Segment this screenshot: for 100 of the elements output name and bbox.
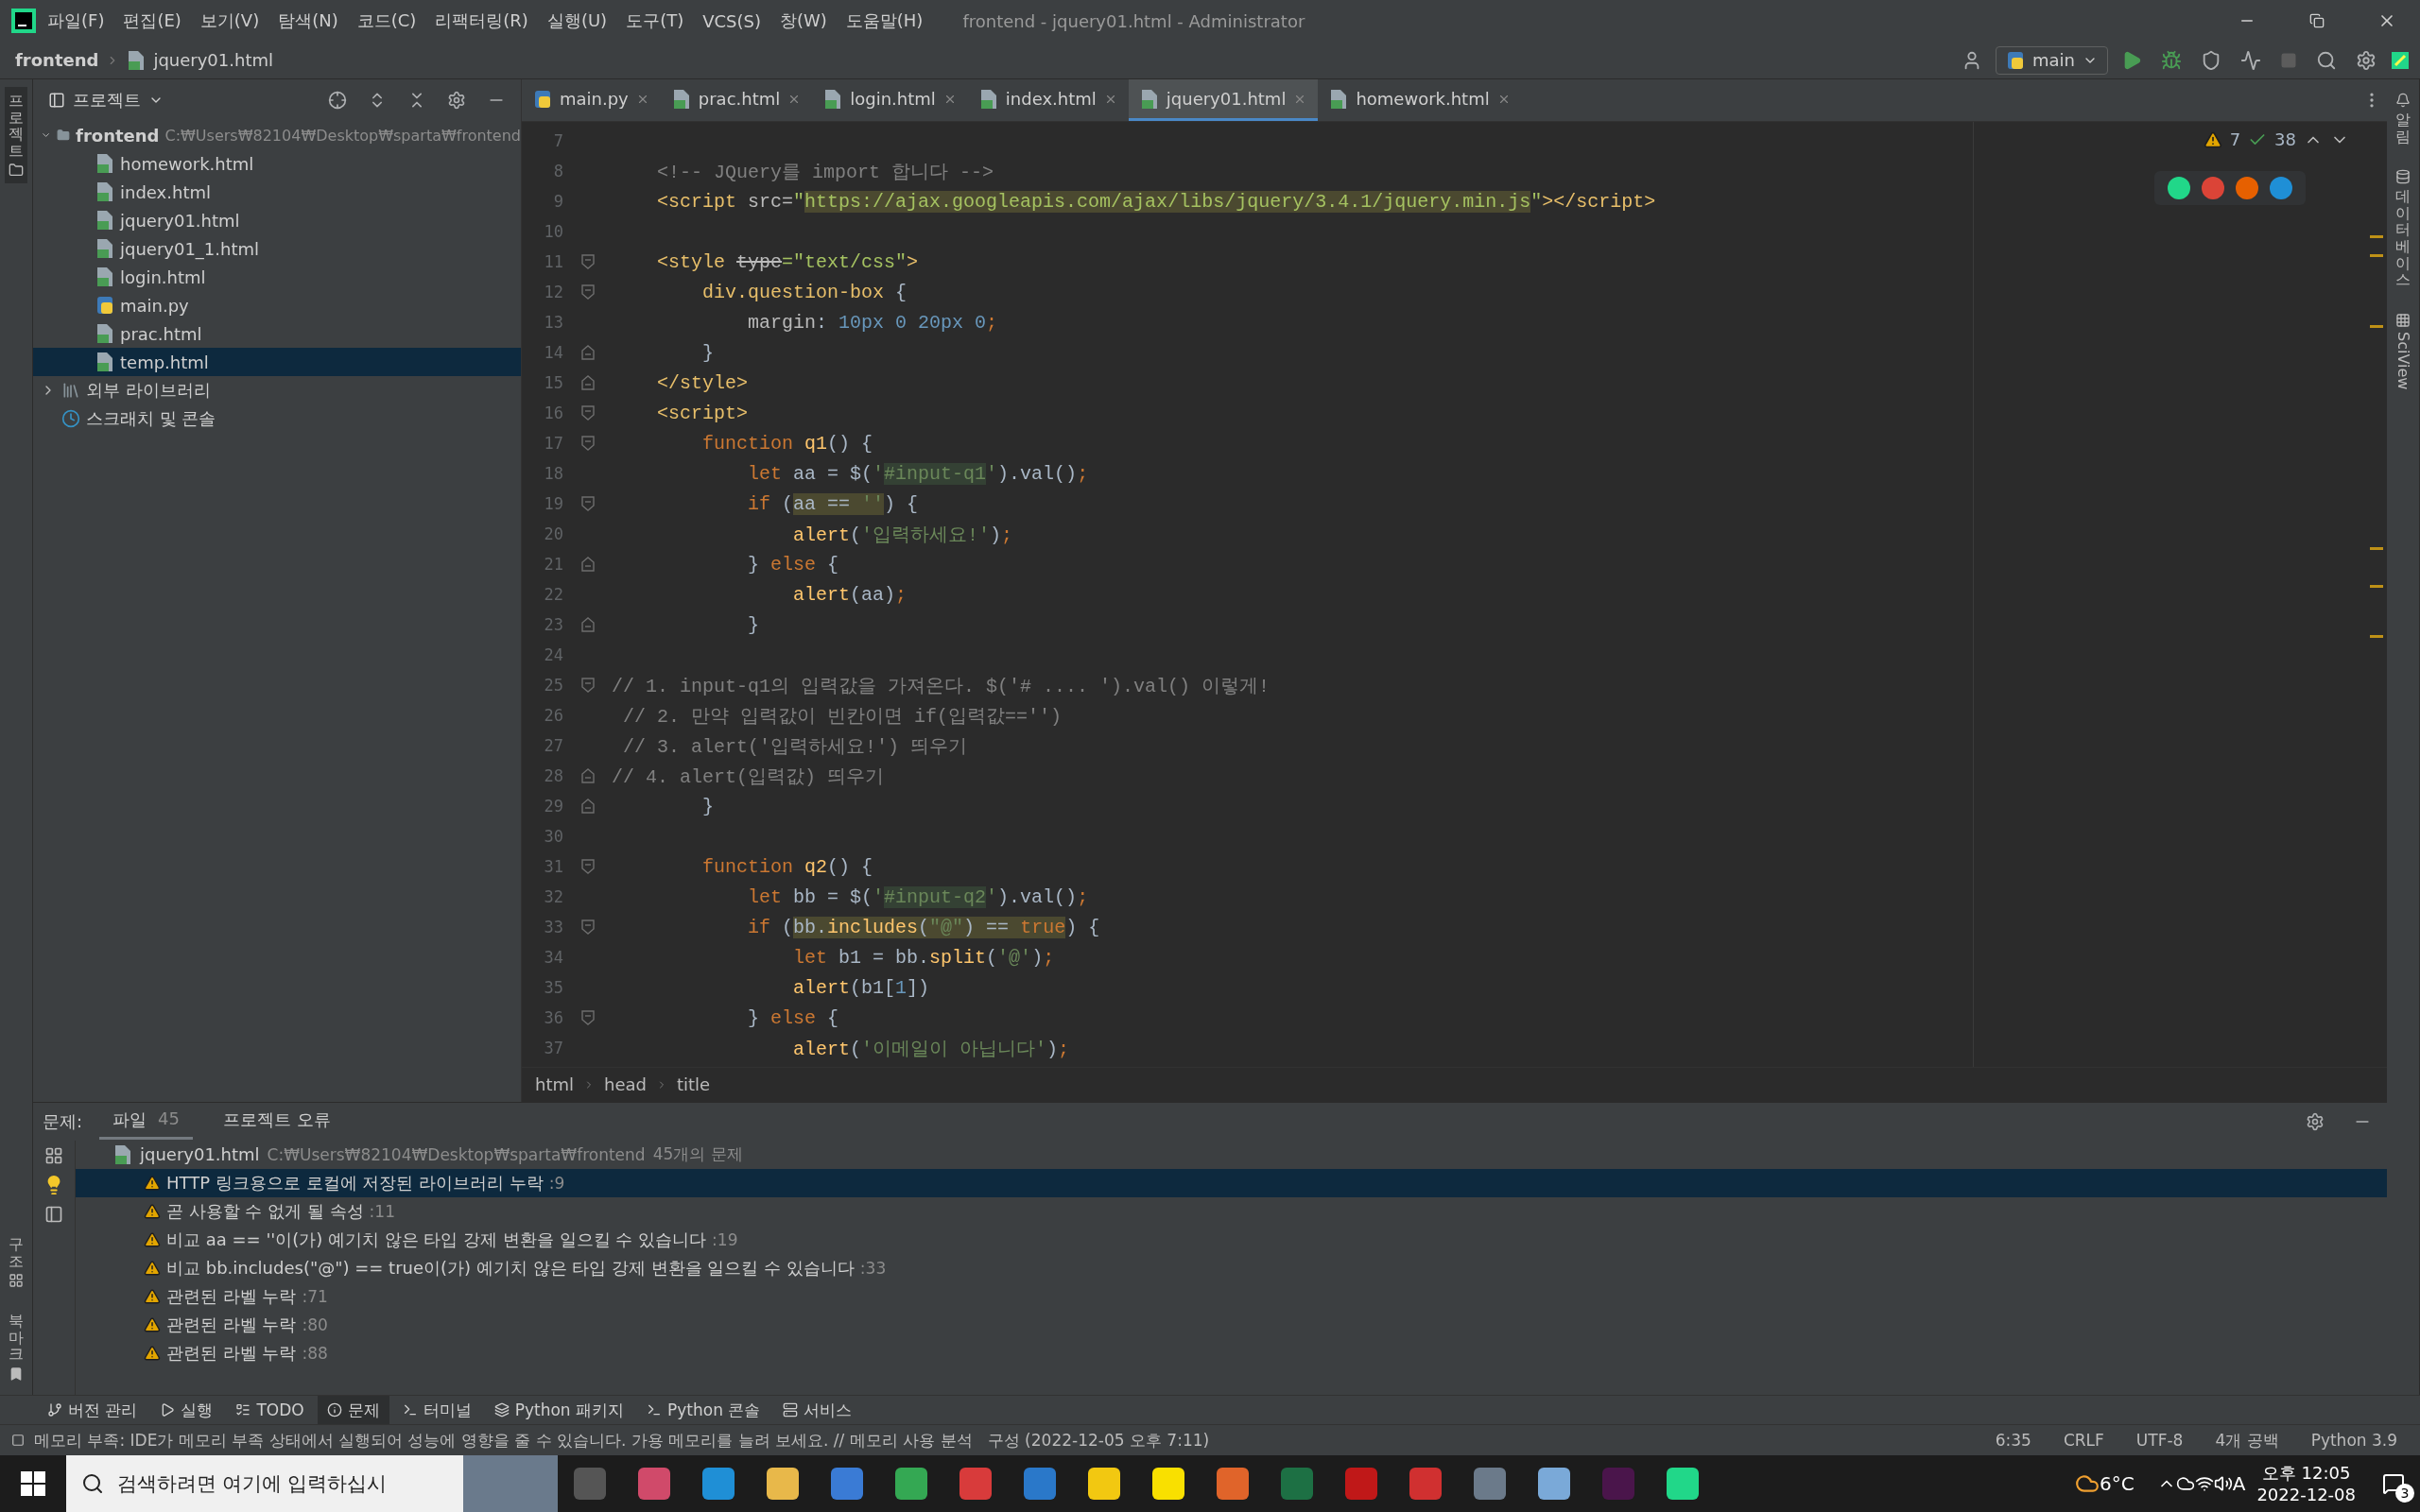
- status-item[interactable]: 6:35: [1983, 1431, 2043, 1450]
- fold-marker-icon[interactable]: [580, 799, 595, 814]
- tool-window-button[interactable]: 터미널: [392, 1396, 481, 1424]
- breadcrumb-item[interactable]: frontend: [15, 50, 99, 70]
- project-view-dropdown[interactable]: 프로젝트: [43, 88, 169, 112]
- search-icon[interactable]: [2316, 49, 2337, 71]
- fold-marker-icon[interactable]: [580, 557, 595, 572]
- app-icon[interactable]: [1409, 1468, 1442, 1500]
- tool-window-tab[interactable]: 데이터베이스: [2392, 163, 2414, 294]
- problems-tab[interactable]: 프로젝트 오류: [210, 1103, 344, 1141]
- tree-item[interactable]: prac.html: [33, 319, 521, 348]
- fold-marker-icon[interactable]: [580, 919, 595, 935]
- app-icon[interactable]: [1217, 1468, 1249, 1500]
- tree-item[interactable]: 외부 라이브러리: [33, 376, 521, 404]
- fold-marker-icon[interactable]: [580, 436, 595, 451]
- tool-window-button[interactable]: Python 패키지: [484, 1396, 633, 1424]
- fold-marker-icon[interactable]: [580, 254, 595, 269]
- menu-item[interactable]: 도구(T): [618, 6, 692, 36]
- crosshair-icon[interactable]: [328, 91, 347, 110]
- settings-icon[interactable]: [2356, 49, 2377, 71]
- shield-icon[interactable]: [2201, 49, 2221, 71]
- problem-item[interactable]: 관련된 라벨 누락 :88: [76, 1338, 2387, 1367]
- tool-window-button[interactable]: 서비스: [773, 1396, 862, 1424]
- problem-item[interactable]: 관련된 라벨 누락 :71: [76, 1281, 2387, 1311]
- breadcrumb-item[interactable]: head: [604, 1074, 647, 1095]
- tool-window-tab[interactable]: 구조: [5, 1230, 27, 1295]
- problem-item[interactable]: 곧 사용할 수 없게 될 속성 :11: [76, 1196, 2387, 1226]
- tool-window-button[interactable]: 버전 관리: [38, 1396, 147, 1424]
- menu-item[interactable]: 파일(F): [40, 6, 112, 36]
- menu-item[interactable]: 창(W): [771, 6, 835, 36]
- app-icon[interactable]: [1345, 1468, 1377, 1500]
- tree-item[interactable]: jquery01_1.html: [33, 234, 521, 263]
- problem-item[interactable]: 관련된 라벨 누락 :80: [76, 1310, 2387, 1339]
- fold-marker-icon[interactable]: [580, 617, 595, 632]
- warning-count[interactable]: 7: [2229, 129, 2241, 149]
- editor-tab[interactable]: main.py: [522, 79, 661, 121]
- tree-item[interactable]: homework.html: [33, 149, 521, 178]
- taskbar-search-box[interactable]: 검색하려면 여기에 입력하십시: [66, 1455, 463, 1512]
- problem-item[interactable]: HTTP 링크용으로 로컬에 저장된 라이브러리 누락 :9: [76, 1168, 2387, 1197]
- tool-window-button[interactable]: Python 콘솔: [637, 1396, 770, 1424]
- fold-marker-icon[interactable]: [580, 859, 595, 874]
- tree-item[interactable]: jquery01.html: [33, 206, 521, 234]
- fold-marker-icon[interactable]: [580, 345, 595, 360]
- fold-marker-icon[interactable]: [580, 405, 595, 421]
- taskbar-search-field[interactable]: 검색하려면 여기에 입력하십시: [115, 1471, 463, 1496]
- fold-marker-icon[interactable]: [580, 496, 595, 511]
- cloud-icon[interactable]: [2175, 1474, 2195, 1493]
- app-icon[interactable]: [1538, 1468, 1570, 1500]
- tool-window-button[interactable]: 문제: [317, 1396, 389, 1424]
- fold-marker-icon[interactable]: [580, 678, 595, 693]
- pulse-icon[interactable]: [2240, 49, 2261, 71]
- bug-icon[interactable]: [2161, 49, 2182, 71]
- wifi-icon[interactable]: [2194, 1474, 2214, 1493]
- tree-item[interactable]: login.html: [33, 263, 521, 291]
- breadcrumb-item[interactable]: title: [676, 1074, 711, 1095]
- editor-tab[interactable]: prac.html: [660, 79, 813, 121]
- speaker-icon[interactable]: [2213, 1474, 2233, 1493]
- editor-tab[interactable]: index.html: [967, 79, 1129, 121]
- breadcrumb-item[interactable]: html: [535, 1074, 574, 1095]
- menu-item[interactable]: VCS(S): [695, 7, 769, 35]
- tool-window-button[interactable]: TODO: [226, 1396, 314, 1424]
- tree-item[interactable]: 스크래치 및 콘솔: [33, 404, 521, 433]
- tree-item[interactable]: temp.html: [33, 348, 521, 376]
- tree-item[interactable]: index.html: [33, 178, 521, 206]
- settings-icon[interactable]: [2306, 1111, 2325, 1131]
- tool-window-tab[interactable]: 알림: [2392, 87, 2414, 151]
- app-icon[interactable]: [959, 1468, 992, 1500]
- menu-item[interactable]: 코드(C): [349, 6, 424, 36]
- menu-item[interactable]: 보기(V): [192, 6, 268, 36]
- ime-indicator[interactable]: A: [2232, 1472, 2246, 1495]
- fold-marker-icon[interactable]: [580, 1010, 595, 1025]
- problems-tab[interactable]: 파일 45: [99, 1103, 193, 1141]
- fold-marker-icon[interactable]: [580, 768, 595, 783]
- breadcrumb-item[interactable]: jquery01.html: [153, 50, 273, 70]
- restore-icon[interactable]: [2309, 13, 2325, 28]
- problem-item[interactable]: 비교 aa == ''이(가) 예기치 않은 타입 강제 변환을 일으킬 수 있습니다 :19: [76, 1225, 2387, 1254]
- status-item[interactable]: 4개 공백: [2204, 1429, 2290, 1452]
- typo-count[interactable]: 38: [2274, 129, 2296, 149]
- start-icon[interactable]: [21, 1471, 45, 1496]
- run-configuration-dropdown[interactable]: main: [1996, 45, 2108, 75]
- editor-tab[interactable]: homework.html: [1318, 79, 1522, 121]
- grid-icon[interactable]: [44, 1145, 63, 1165]
- status-item[interactable]: Python 3.9: [2299, 1431, 2409, 1450]
- menu-item[interactable]: 편집(E): [115, 6, 189, 36]
- status-item[interactable]: CRLF: [2051, 1431, 2116, 1450]
- status-item[interactable]: UTF-8: [2124, 1431, 2195, 1450]
- taskbar-clock[interactable]: 오후 12:05 2022-12-08: [2245, 1461, 2367, 1506]
- tree-item[interactable]: frontend C:₩Users₩82104₩Desktop₩sparta₩frontend: [33, 121, 521, 149]
- menu-item[interactable]: 실행(U): [539, 6, 615, 36]
- problem-item[interactable]: 비교 bb.includes("@") == true이(가) 예기치 않은 타입 강제 변환을 일으킬 수 있습니다 :33: [76, 1253, 2387, 1282]
- editor-tab[interactable]: login.html: [812, 79, 968, 121]
- tool-window-tab[interactable]: 북마크: [5, 1307, 27, 1387]
- fold-marker-icon[interactable]: [580, 375, 595, 390]
- menu-item[interactable]: 탐색(N): [270, 6, 346, 36]
- fold-marker-icon[interactable]: [580, 284, 595, 300]
- menu-item[interactable]: 리팩터링(R): [427, 6, 536, 36]
- tree-item[interactable]: main.py: [33, 291, 521, 319]
- tool-window-tab[interactable]: SciView: [2390, 306, 2416, 396]
- menu-item[interactable]: 도움말(H): [838, 6, 931, 36]
- settings-icon[interactable]: [447, 91, 466, 110]
